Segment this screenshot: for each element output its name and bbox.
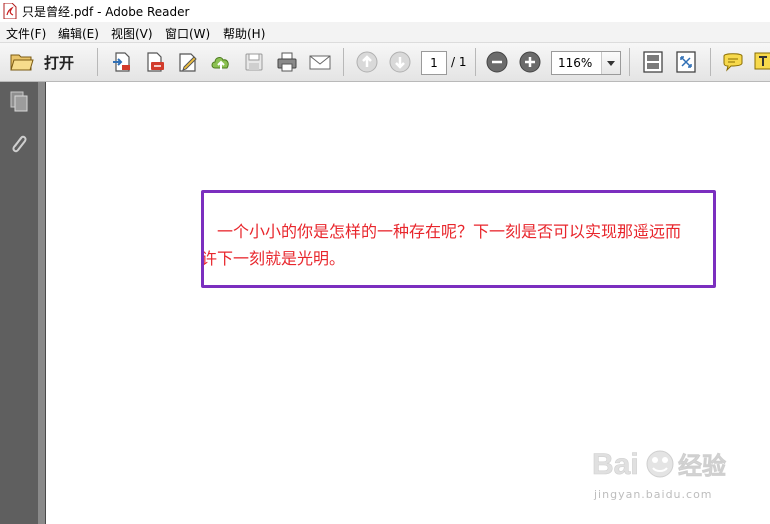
baidu-watermark-logo: Bai 经验 — [592, 448, 727, 482]
folder-icon — [10, 54, 34, 71]
zoom-select[interactable]: 116% — [551, 51, 621, 75]
toolbar-separator — [97, 48, 98, 76]
full-screen-button[interactable] — [674, 50, 698, 74]
title-bar: 只是曾经.pdf - Adobe Reader — [0, 0, 770, 22]
save-button[interactable] — [242, 50, 266, 74]
full-screen-icon — [676, 51, 696, 73]
menu-help[interactable]: 帮助(H) — [223, 25, 265, 42]
attachments-button[interactable] — [8, 132, 30, 156]
create-pdf-button[interactable] — [110, 50, 134, 74]
upload-cloud-icon — [211, 57, 229, 70]
previous-page-button[interactable] — [355, 50, 379, 74]
edit-pdf-button[interactable] — [176, 50, 200, 74]
edit-pdf-icon — [179, 53, 197, 72]
upload-cloud-button[interactable] — [209, 50, 233, 74]
export-pdf-icon — [147, 52, 164, 72]
open-button[interactable]: 打开 — [6, 49, 84, 75]
menu-bar: 文件(F) 编辑(E) 视图(V) 窗口(W) 帮助(H) — [0, 22, 770, 43]
zoom-out-button[interactable] — [485, 50, 509, 74]
zoom-in-icon — [519, 51, 541, 73]
svg-text:Bai: Bai — [592, 448, 639, 481]
comment-button[interactable] — [721, 50, 745, 74]
toolbar-separator — [475, 48, 476, 76]
fit-page-icon — [643, 51, 663, 73]
zoom-out-icon — [486, 51, 508, 73]
chevron-down-icon[interactable] — [601, 52, 620, 74]
comment-icon — [723, 53, 743, 72]
toolbar-separator — [343, 48, 344, 76]
page-thumbnails-icon — [10, 91, 28, 112]
next-page-icon — [389, 51, 411, 73]
previous-page-icon — [356, 51, 378, 73]
document-view[interactable]: 一个小小的你是怎样的一种存在呢？下一刻是否可以实现那遥远而 许下一刻就是光明。 … — [46, 82, 770, 524]
open-button-label: 打开 — [44, 54, 75, 72]
menu-window[interactable]: 窗口(W) — [165, 25, 210, 42]
page-thumbnails-button[interactable] — [8, 90, 30, 114]
print-icon — [277, 52, 297, 72]
toolbar-separator — [710, 48, 711, 76]
toolbar: 打开 1 / 1 116% — [0, 43, 770, 82]
attachments-icon — [12, 135, 27, 153]
pdf-file-icon — [3, 2, 17, 20]
email-button[interactable] — [308, 50, 332, 74]
create-pdf-icon — [113, 52, 130, 72]
email-icon — [309, 55, 331, 70]
fit-page-button[interactable] — [641, 50, 665, 74]
menu-view[interactable]: 视图(V) — [111, 25, 153, 42]
toolbar-separator — [629, 48, 630, 76]
zoom-value: 116% — [558, 56, 593, 70]
print-button[interactable] — [275, 50, 299, 74]
panel-divider[interactable] — [38, 82, 46, 524]
page-number-input[interactable]: 1 — [421, 51, 447, 75]
menu-file[interactable]: 文件(F) — [6, 25, 46, 42]
window-title: 只是曾经.pdf - Adobe Reader — [22, 5, 190, 19]
zoom-in-button[interactable] — [518, 50, 542, 74]
highlight-text-button[interactable] — [752, 50, 770, 74]
navigation-panel — [0, 82, 38, 524]
watermark-url: jingyan.baidu.com — [594, 488, 713, 501]
save-icon — [245, 53, 263, 71]
svg-text:经验: 经验 — [678, 452, 726, 480]
menu-edit[interactable]: 编辑(E) — [58, 25, 99, 42]
export-pdf-button[interactable] — [143, 50, 167, 74]
next-page-button[interactable] — [388, 50, 412, 74]
page-total: / 1 — [451, 55, 467, 69]
annotation-highlight-box — [201, 190, 716, 288]
highlight-text-icon — [754, 52, 770, 70]
